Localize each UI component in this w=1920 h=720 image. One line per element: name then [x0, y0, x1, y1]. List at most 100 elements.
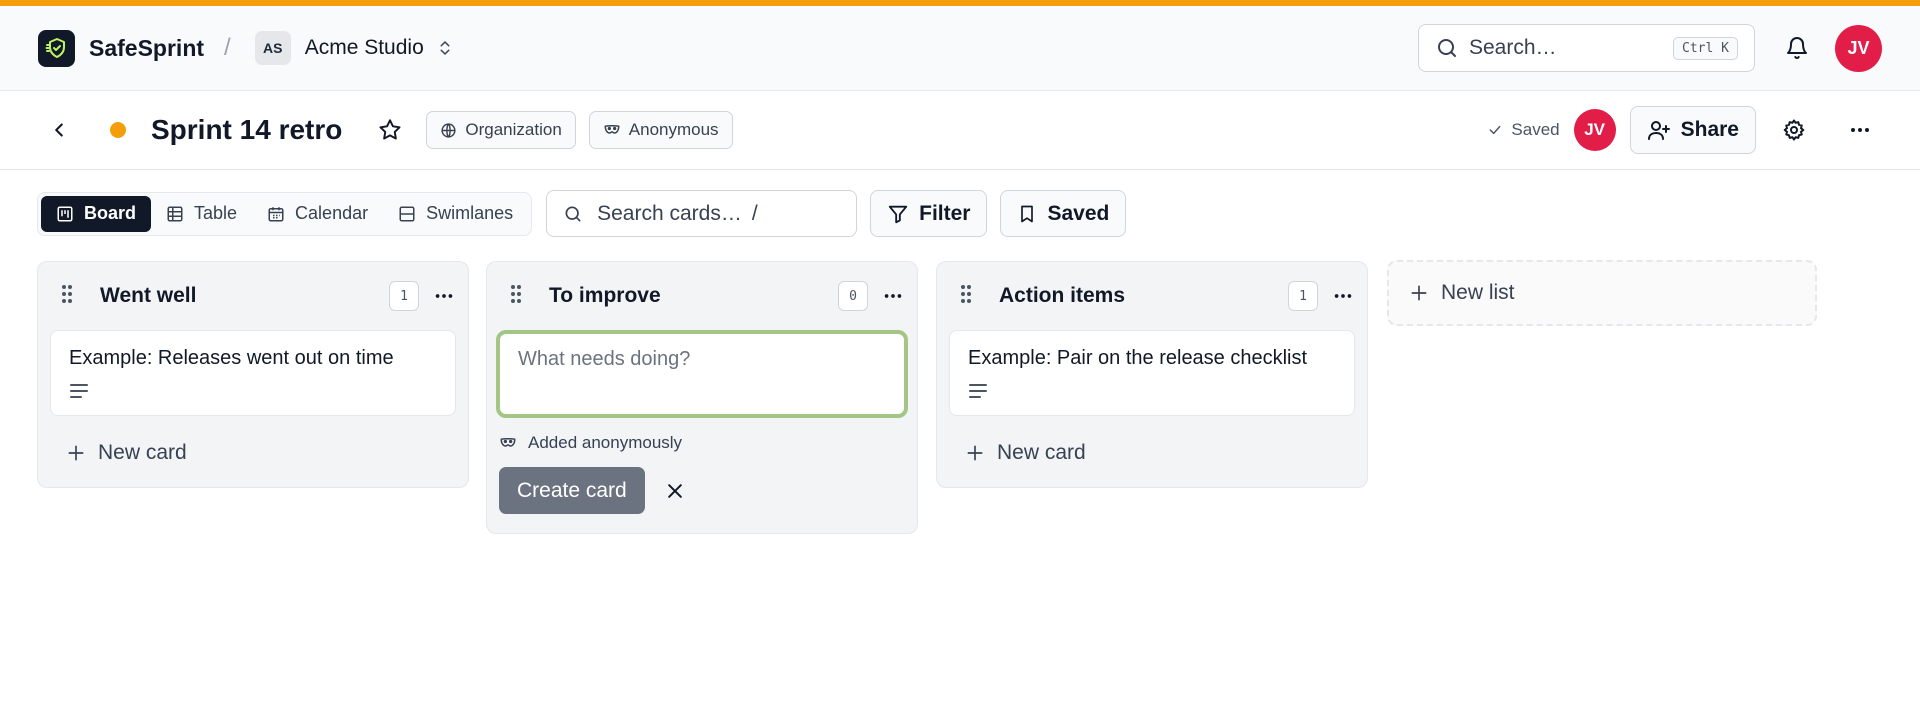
gear-icon: [1783, 119, 1805, 141]
list-more-button[interactable]: [882, 285, 904, 307]
workspace-switcher[interactable]: [436, 39, 454, 57]
user-plus-icon: [1647, 121, 1670, 140]
globe-icon: [441, 122, 456, 138]
mask-icon: [500, 437, 516, 447]
list-header: Action items 1: [937, 262, 1367, 330]
new-list-button[interactable]: New list: [1387, 260, 1817, 326]
list-title[interactable]: Action items: [999, 284, 1125, 308]
new-card-button[interactable]: New card: [937, 416, 1367, 489]
new-card-button[interactable]: New card: [38, 416, 468, 489]
back-button[interactable]: [48, 119, 70, 141]
workspace-name[interactable]: Acme Studio: [305, 36, 424, 60]
cancel-composer-button[interactable]: [665, 481, 685, 501]
new-list-label: New list: [1441, 281, 1515, 304]
save-status: Saved: [1487, 120, 1560, 140]
card-search-placeholder: Search cards…: [597, 201, 742, 225]
share-button[interactable]: Share: [1629, 106, 1756, 154]
view-swimlanes-button[interactable]: Swimlanes: [383, 196, 528, 232]
board-settings-button[interactable]: [1782, 118, 1806, 142]
page-title[interactable]: Sprint 14 retro: [151, 114, 342, 146]
view-board-label: Board: [84, 203, 137, 223]
identity-label: Anonymous: [628, 120, 719, 139]
calendar-icon: [268, 206, 284, 221]
user-avatar[interactable]: JV: [1835, 24, 1882, 72]
visibility-pill[interactable]: Organization: [426, 111, 576, 149]
more-horizontal-icon: [884, 294, 902, 298]
bookmark-icon: [1021, 205, 1034, 222]
view-table-label: Table: [194, 203, 238, 223]
visibility-label: Organization: [465, 120, 562, 139]
saved-views-label: Saved: [1047, 201, 1110, 225]
drag-handle-icon[interactable]: [509, 283, 523, 310]
list-went-well: Went well 1 Example: Releases went out o…: [37, 261, 469, 488]
new-card-textarea[interactable]: What needs doing?: [496, 330, 908, 418]
card[interactable]: Example: Pair on the release checklist: [949, 330, 1355, 416]
more-horizontal-icon: [1851, 128, 1869, 132]
drag-handle-icon[interactable]: [60, 283, 74, 310]
app-logo[interactable]: [38, 29, 75, 67]
list-header: Went well 1: [38, 262, 468, 330]
plus-icon: [967, 445, 983, 460]
more-horizontal-icon: [435, 294, 453, 298]
card-search-input[interactable]: Search cards… /: [546, 190, 858, 237]
board-header: Sprint 14 retro Organization Anonymous S…: [0, 91, 1920, 170]
table-icon: [167, 206, 183, 221]
global-search-placeholder: Search…: [1469, 36, 1557, 59]
list-card-count: 1: [389, 281, 419, 311]
notifications-button[interactable]: [1785, 36, 1809, 60]
drag-handle-icon[interactable]: [959, 283, 973, 310]
breadcrumb-separator: /: [224, 34, 231, 61]
card[interactable]: Example: Releases went out on time: [50, 330, 456, 416]
new-card-label: New card: [997, 440, 1086, 464]
list-header: To improve 0: [487, 262, 917, 330]
card-title: Example: Pair on the release checklist: [968, 347, 1308, 369]
global-search[interactable]: Search… Ctrl K: [1418, 24, 1755, 72]
chevron-up-down-icon: [440, 41, 450, 55]
list-more-button[interactable]: [1332, 285, 1354, 307]
plus-icon: [1411, 285, 1427, 301]
board-icon: [57, 206, 73, 221]
card-composer: What needs doing?: [487, 330, 917, 418]
filter-icon: [888, 205, 908, 223]
list-to-improve: To improve 0 What needs doing? Added ano…: [486, 261, 918, 534]
anonymous-note-label: Added anonymously: [528, 433, 683, 452]
list-title[interactable]: Went well: [100, 284, 196, 308]
plus-icon: [68, 445, 84, 460]
identity-pill[interactable]: Anonymous: [588, 111, 733, 149]
view-board-button[interactable]: Board: [41, 195, 152, 232]
view-calendar-label: Calendar: [295, 203, 369, 223]
view-calendar-button[interactable]: Calendar: [252, 196, 383, 232]
more-horizontal-icon: [1334, 294, 1352, 298]
list-more-button[interactable]: [433, 285, 455, 307]
mask-icon: [604, 124, 620, 134]
star-icon: [379, 119, 401, 140]
filter-button[interactable]: Filter: [870, 190, 988, 237]
search-icon: [565, 206, 581, 221]
list-action-items: Action items 1 Example: Pair on the rele…: [936, 261, 1368, 488]
top-bar: SafeSprint / AS Acme Studio Search… Ctrl…: [0, 6, 1920, 91]
workspace-badge[interactable]: AS: [254, 31, 291, 65]
create-card-button[interactable]: Create card: [499, 467, 645, 514]
close-icon: [667, 483, 682, 498]
shield-check-icon: [45, 38, 65, 58]
new-card-label: New card: [98, 440, 187, 464]
card-search-shortcut: /: [751, 201, 758, 225]
list-card-count: 0: [838, 281, 868, 311]
board-more-button[interactable]: [1848, 118, 1872, 142]
share-label: Share: [1680, 118, 1739, 141]
view-swimlanes-label: Swimlanes: [426, 203, 514, 223]
list-title[interactable]: To improve: [549, 284, 661, 308]
check-icon: [1490, 125, 1501, 135]
view-switcher: Board Table Calendar Swimlanes: [37, 191, 533, 236]
view-table-button[interactable]: Table: [151, 196, 252, 232]
filter-label: Filter: [919, 201, 971, 225]
save-status-label: Saved: [1511, 120, 1560, 139]
search-icon: [1438, 39, 1456, 57]
favorite-button[interactable]: [377, 117, 403, 143]
board-status-dot: [110, 122, 126, 138]
composer-actions: Create card: [499, 467, 917, 514]
anonymous-note: Added anonymously: [498, 433, 917, 453]
collaborator-avatar[interactable]: JV: [1573, 109, 1616, 151]
chevron-left-icon: [55, 123, 63, 137]
saved-views-button[interactable]: Saved: [1000, 190, 1127, 237]
